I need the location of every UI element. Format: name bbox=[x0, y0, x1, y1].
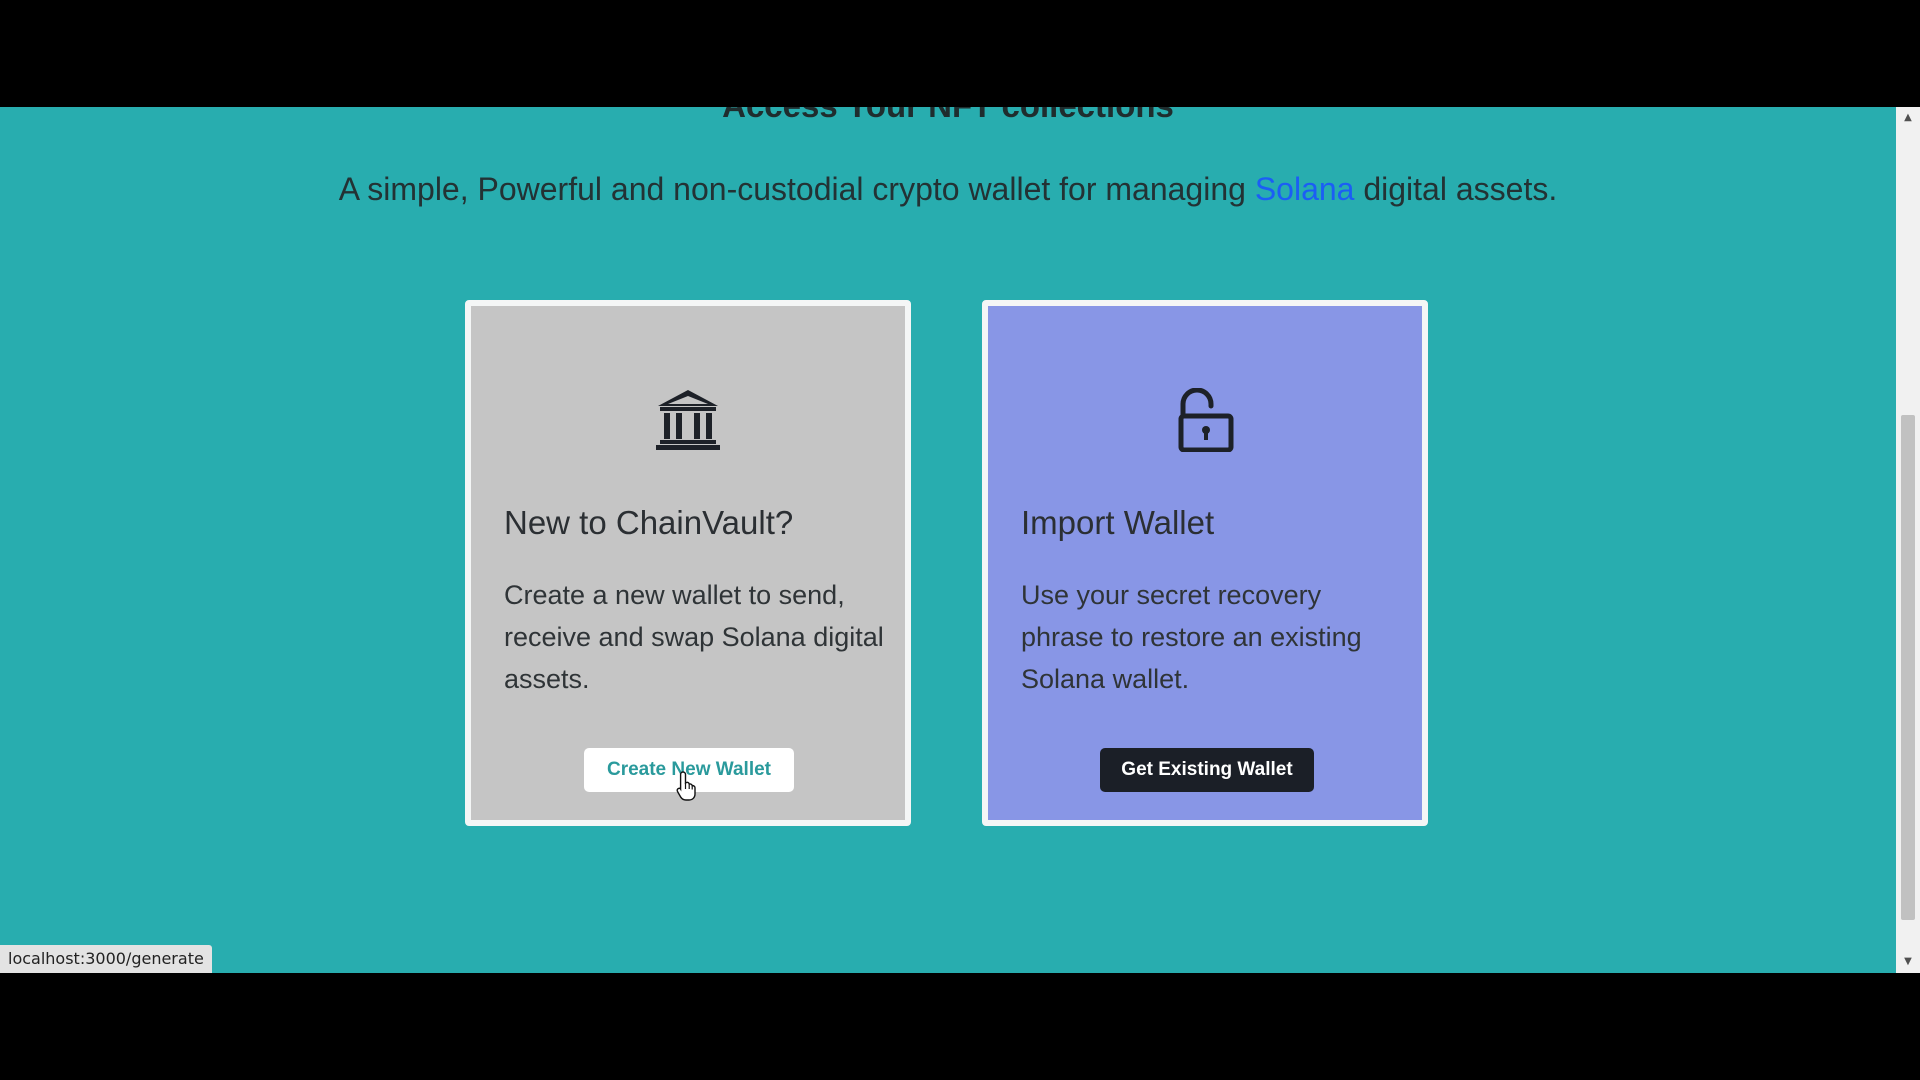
scrollbar-thumb[interactable] bbox=[1901, 415, 1915, 920]
bottom-letterbox bbox=[0, 973, 1920, 1080]
page-viewport: Access Your NFT collections A simple, Po… bbox=[0, 107, 1896, 973]
status-bar-url: localhost:3000/generate bbox=[0, 945, 212, 973]
solana-link[interactable]: Solana bbox=[1255, 171, 1355, 207]
new-wallet-title: New to ChainVault? bbox=[504, 504, 794, 541]
vertical-scrollbar[interactable]: ▲ ▼ bbox=[1896, 107, 1920, 973]
import-wallet-description: Use your secret recovery phrase to resto… bbox=[1021, 580, 1362, 694]
get-existing-wallet-button[interactable]: Get Existing Wallet bbox=[1100, 748, 1314, 792]
new-wallet-description: Create a new wallet to send, receive and… bbox=[504, 580, 884, 694]
bank-icon bbox=[471, 388, 905, 455]
scroll-up-icon[interactable]: ▲ bbox=[1896, 109, 1920, 127]
page-tagline: A simple, Powerful and non-custodial cry… bbox=[0, 171, 1896, 208]
import-wallet-title: Import Wallet bbox=[1021, 504, 1215, 541]
tagline-text-start: A simple, Powerful and non-custodial cry… bbox=[338, 171, 1255, 207]
top-letterbox bbox=[0, 0, 1920, 107]
import-wallet-card: Import Wallet Use your secret recovery p… bbox=[982, 300, 1428, 826]
new-wallet-card: New to ChainVault? Create a new wallet t… bbox=[465, 300, 911, 826]
unlock-icon bbox=[988, 387, 1422, 457]
scroll-down-icon[interactable]: ▼ bbox=[1896, 953, 1920, 971]
tagline-text-end: digital assets. bbox=[1354, 171, 1558, 207]
hand-cursor-icon bbox=[676, 771, 696, 801]
page-heading: Access Your NFT collections bbox=[0, 107, 1896, 125]
